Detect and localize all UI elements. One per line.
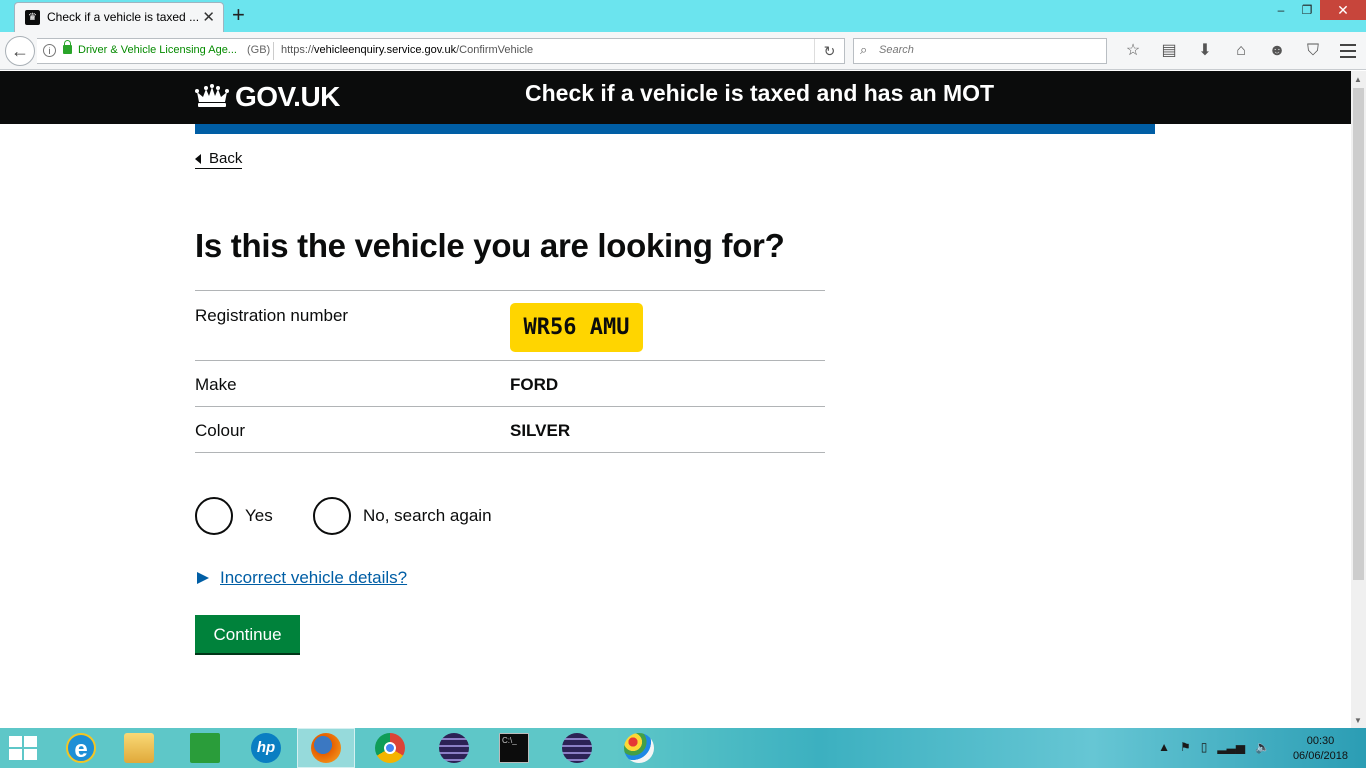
url-text[interactable]: https://vehicleenquiry.service.gov.uk/Co…: [281, 44, 533, 56]
reading-list-icon[interactable]: ▤: [1151, 38, 1187, 64]
radio-yes[interactable]: Yes: [195, 497, 273, 535]
lock-icon: [63, 40, 72, 54]
summary-row-registration: Registration number WR56 AMU: [195, 291, 825, 361]
chat-icon[interactable]: ☻: [1259, 38, 1295, 64]
window-controls: – ❐ ✕: [1268, 0, 1366, 22]
search-box[interactable]: ⌕ Search: [853, 38, 1107, 64]
search-placeholder: Search: [879, 44, 914, 56]
back-link[interactable]: Back: [195, 150, 243, 169]
new-tab-button[interactable]: +: [232, 3, 245, 27]
home-icon[interactable]: ⌂: [1223, 38, 1259, 64]
scrollbar-thumb[interactable]: [1353, 88, 1364, 580]
volume-icon[interactable]: 🔈: [1255, 740, 1270, 754]
action-center-icon[interactable]: ⚑: [1180, 740, 1191, 754]
radio-no-search-again[interactable]: No, search again: [313, 497, 492, 535]
windows-start-icon[interactable]: [9, 736, 39, 760]
page-scrollbar[interactable]: ▲ ▼: [1351, 71, 1366, 728]
window-close-icon[interactable]: ✕: [1320, 0, 1366, 20]
store-icon[interactable]: [176, 728, 234, 768]
back-link-label: Back: [209, 150, 243, 167]
address-bar[interactable]: i Driver & Vehicle Licensing Age... (GB)…: [37, 38, 845, 64]
govuk-logo[interactable]: GOV.UK: [195, 81, 340, 113]
crown-icon: [195, 84, 229, 107]
scroll-up-icon[interactable]: ▲: [1354, 75, 1362, 84]
network-signal-icon[interactable]: ▂▃▅: [1217, 740, 1245, 754]
scroll-down-icon[interactable]: ▼: [1354, 716, 1362, 725]
clock-time: 00:30: [1306, 735, 1335, 747]
browser-tab-bar: ♛ Check if a vehicle is taxed ... ✕ + – …: [0, 0, 1366, 32]
site-country: (GB): [247, 44, 271, 56]
internet-explorer-icon[interactable]: e: [52, 728, 110, 768]
govuk-favicon-icon: ♛: [25, 10, 40, 25]
star-icon[interactable]: ☆: [1115, 38, 1151, 64]
incorrect-details-toggle[interactable]: Incorrect vehicle details?: [197, 568, 407, 588]
registration-plate: WR56 AMU: [510, 303, 643, 352]
firefox-icon[interactable]: [297, 728, 355, 768]
device-icon[interactable]: ▯: [1201, 740, 1208, 754]
header-accent-bar: [195, 124, 1155, 134]
disclosure-arrow-icon: [197, 572, 209, 584]
pocket-icon[interactable]: ⛉: [1295, 38, 1331, 64]
download-icon[interactable]: ⬇: [1187, 38, 1223, 64]
toolbar-icons: ☆ ▤ ⬇ ⌂ ☻ ⛉: [1115, 38, 1331, 64]
continue-button[interactable]: Continue: [195, 615, 300, 655]
registration-label: Registration number: [195, 306, 349, 325]
browser-back-button[interactable]: ←: [5, 36, 35, 66]
search-icon: ⌕: [860, 42, 868, 57]
hp-icon[interactable]: hp: [237, 728, 295, 768]
make-label: Make: [195, 375, 237, 394]
govuk-header: GOV.UK Check if a vehicle is taxed and h…: [0, 71, 1351, 124]
make-value: FORD: [510, 375, 559, 394]
page-title: Is this the vehicle you are looking for?: [195, 227, 785, 264]
paint-icon[interactable]: [610, 728, 668, 768]
browser-tab[interactable]: ♛ Check if a vehicle is taxed ... ✕: [14, 2, 224, 32]
address-separator: [273, 42, 274, 60]
restore-icon[interactable]: ❐: [1294, 0, 1320, 20]
colour-value: SILVER: [510, 421, 571, 440]
close-tab-icon[interactable]: ✕: [202, 8, 215, 26]
summary-row-colour: Colour SILVER: [195, 407, 825, 453]
page-viewport: GOV.UK Check if a vehicle is taxed and h…: [0, 71, 1351, 728]
incorrect-details-link[interactable]: Incorrect vehicle details?: [220, 568, 407, 588]
eclipse-icon-2[interactable]: [548, 728, 606, 768]
back-triangle-icon: [195, 154, 201, 164]
show-hidden-icons-icon[interactable]: ▲: [1158, 740, 1170, 754]
radio-no-circle[interactable]: [313, 497, 351, 535]
service-name[interactable]: Check if a vehicle is taxed and has an M…: [525, 80, 994, 107]
minimize-icon[interactable]: –: [1268, 0, 1294, 20]
menu-icon[interactable]: [1340, 44, 1356, 58]
windows-taskbar: e hp C:\_ ▲ ⚑ ▯ ▂▃▅ 🔈 00:30 06/06/2018: [0, 728, 1366, 768]
site-identity[interactable]: Driver & Vehicle Licensing Age...: [78, 44, 237, 56]
command-prompt-icon[interactable]: C:\_: [485, 728, 543, 768]
summary-row-make: Make FORD: [195, 361, 825, 407]
clock-date: 06/06/2018: [1292, 750, 1348, 762]
radio-yes-circle[interactable]: [195, 497, 233, 535]
tab-title: Check if a vehicle is taxed ...: [47, 10, 200, 24]
browser-nav-bar: ← i Driver & Vehicle Licensing Age... (G…: [0, 32, 1366, 70]
vehicle-summary-list: Registration number WR56 AMU Make FORD C…: [195, 290, 825, 453]
eclipse-icon[interactable]: [425, 728, 483, 768]
reload-icon[interactable]: ↻: [814, 39, 844, 63]
taskbar-clock[interactable]: 00:30 06/06/2018: [1293, 734, 1348, 764]
file-explorer-icon[interactable]: [110, 728, 168, 768]
radio-no-label[interactable]: No, search again: [363, 506, 492, 526]
system-tray: ▲ ⚑ ▯ ▂▃▅ 🔈: [1158, 740, 1270, 754]
chrome-icon[interactable]: [361, 728, 419, 768]
radio-yes-label[interactable]: Yes: [245, 506, 273, 526]
govuk-brand-text: GOV.UK: [235, 81, 340, 112]
colour-label: Colour: [195, 421, 246, 440]
info-icon[interactable]: i: [43, 44, 56, 57]
